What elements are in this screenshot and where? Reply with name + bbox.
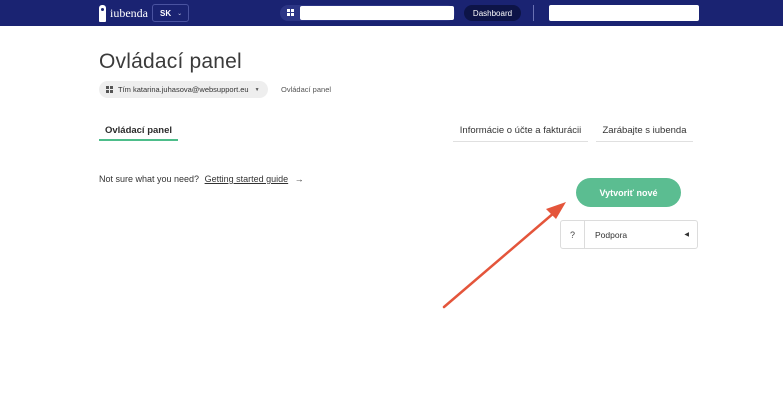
account-selector[interactable]: Tím katarina.juhasova@websupport.eu ▼ — [99, 81, 268, 98]
navbar-divider — [533, 5, 534, 21]
caret-left-icon[interactable]: ◀ — [684, 231, 689, 238]
language-value: SK — [160, 8, 172, 18]
iubenda-logo[interactable]: iubenda — [99, 3, 148, 23]
page-title: Ovládací panel — [99, 50, 242, 73]
getting-started-link[interactable]: Getting started guide — [205, 174, 289, 184]
top-navbar: iubenda SK ⌄ Dashboard — [0, 0, 783, 26]
create-new-button[interactable]: Vytvoriť nové — [576, 178, 681, 207]
active-tab-indicator — [99, 139, 178, 141]
support-label: Podpora — [595, 229, 628, 240]
dashboard-button[interactable]: Dashboard — [464, 5, 521, 21]
guide-prompt-text: Not sure what you need? — [99, 174, 200, 184]
breadcrumb-current: Ovládací panel — [281, 85, 332, 94]
iubenda-logo-icon — [99, 4, 106, 22]
grid-icon — [106, 86, 113, 93]
support-widget[interactable]: ? Podpora ◀ — [560, 220, 698, 249]
tab-earn-label: Zarábajte s iubenda — [602, 125, 687, 136]
guide-prompt: Not sure what you need? Getting started … — [99, 174, 304, 184]
tab-account-billing[interactable]: Informácie o účte a fakturácii — [453, 120, 588, 142]
logo-text: iubenda — [110, 5, 148, 20]
help-icon: ? — [561, 221, 585, 248]
workspace-switcher[interactable] — [280, 5, 455, 21]
tab-account-billing-label: Informácie o účte a fakturácii — [459, 125, 582, 136]
redacted-user-menu[interactable] — [549, 5, 699, 21]
grid-icon — [287, 9, 294, 17]
chevron-down-icon: ⌄ — [177, 10, 183, 17]
tab-earn[interactable]: Zarábajte s iubenda — [596, 120, 693, 142]
arrow-right-icon[interactable]: → — [295, 174, 304, 184]
language-select[interactable]: SK ⌄ — [152, 4, 189, 22]
caret-down-icon: ▼ — [254, 86, 260, 93]
account-selector-label: Tím katarina.juhasova@websupport.eu — [118, 85, 249, 94]
redacted-workspace-name — [300, 6, 454, 20]
